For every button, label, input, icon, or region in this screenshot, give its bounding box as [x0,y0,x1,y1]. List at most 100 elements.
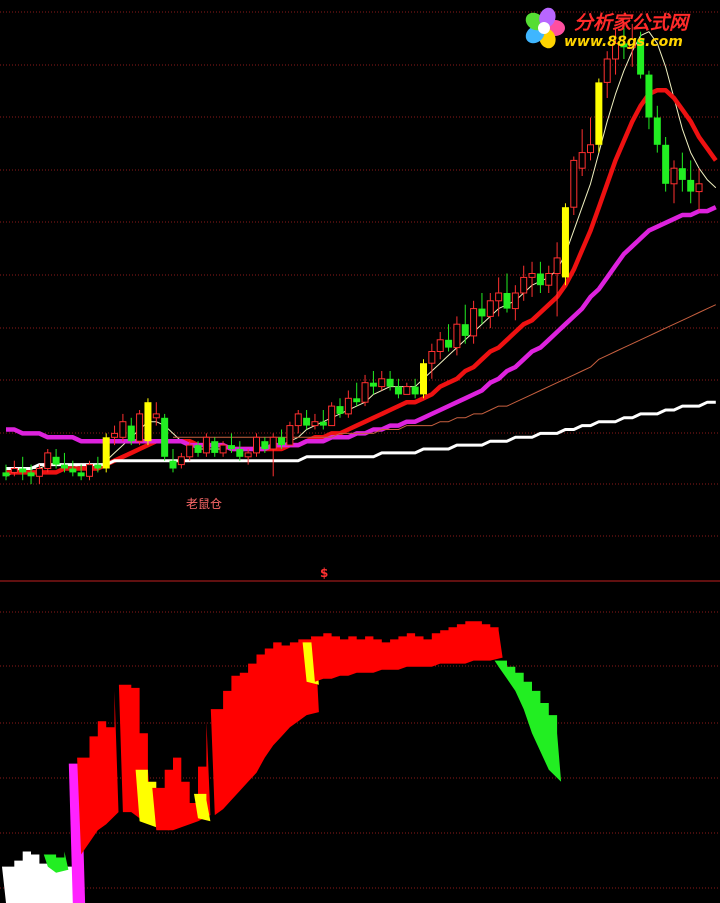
candle-body [453,323,461,349]
candle-body [678,168,686,180]
candle-body [2,472,10,477]
candle-body [94,464,102,469]
candle-body [353,398,361,403]
candle [670,160,678,204]
candle [244,449,252,465]
candle-body [227,445,235,449]
candle-body [127,425,135,442]
candle [603,51,611,98]
candle-body [278,437,286,446]
candle-body [495,292,503,302]
candle-body [411,386,419,395]
candle-body [420,363,427,395]
candle [294,410,302,434]
candle-body [319,421,327,426]
candle-body [10,468,18,473]
candle-body [436,339,444,352]
candle-body [645,74,653,118]
indicator-area [494,660,562,782]
candle-body [19,468,27,473]
candle-body [111,432,119,438]
candle [511,285,519,321]
candle-body [69,468,77,473]
candle [662,137,670,192]
candle [411,378,419,399]
candle [528,261,536,297]
candle-body [77,472,85,477]
candle-body [311,421,319,427]
candle-body [194,445,202,453]
candle-body [461,324,469,336]
candle [144,398,152,446]
indicator-panel [2,621,562,903]
indicator-area [77,690,119,855]
candle [553,242,561,317]
candle-body [144,402,152,442]
candle [2,464,10,481]
candle [353,382,361,407]
candle-body [394,386,402,395]
chart-annotation: 老鼠仓 [186,497,223,511]
candle [595,78,603,153]
candle-body [653,117,661,145]
candle [420,359,427,399]
candle-body [119,421,127,438]
candle-body [687,179,695,192]
candle [361,374,369,407]
candle [678,152,686,192]
candle [653,105,661,153]
candle [486,293,494,329]
candle [286,421,294,446]
candle-body [177,456,185,466]
candle-body [152,413,160,419]
stock-chart [0,11,720,903]
candle [570,156,578,215]
candle [269,433,277,477]
candle-body [186,444,194,458]
candle-body [202,436,210,454]
candle-body [553,257,561,274]
candle [587,117,594,161]
candle-body [27,472,35,477]
watermark-title: 分析家公式网 [574,12,689,34]
candle [127,417,135,446]
candle-body [595,82,603,145]
moving-average-ma-red [6,87,718,475]
candle-body [470,308,478,337]
candle-body [428,351,436,364]
candle-body [161,417,169,457]
candle-body [545,273,553,286]
candle-body [603,58,611,83]
candle [311,413,319,430]
candle-body [511,292,519,310]
candle-body [369,382,377,387]
candle-body [336,406,344,414]
candle [344,390,352,418]
candle [403,382,411,395]
candle [236,441,244,461]
candle [470,300,478,344]
candle-body [44,452,52,469]
candle [19,456,27,481]
flower-center [538,22,550,34]
candle-body [236,449,244,457]
candle [545,265,553,293]
candle-body [219,444,227,454]
candle [169,449,177,473]
candle-body [86,464,93,477]
candle [202,433,210,457]
candle-body [570,159,578,208]
candle-body [261,441,269,449]
candle-body [286,425,294,446]
candle [211,437,219,457]
candle [119,413,127,442]
candle-body [662,144,670,184]
candle [561,203,569,286]
candle-body [536,273,544,286]
candle-body [520,276,528,294]
candle-body [528,273,536,278]
indicator-area [210,636,319,816]
flower-icon [525,7,565,49]
candle-body [294,413,302,427]
candle [503,273,511,313]
